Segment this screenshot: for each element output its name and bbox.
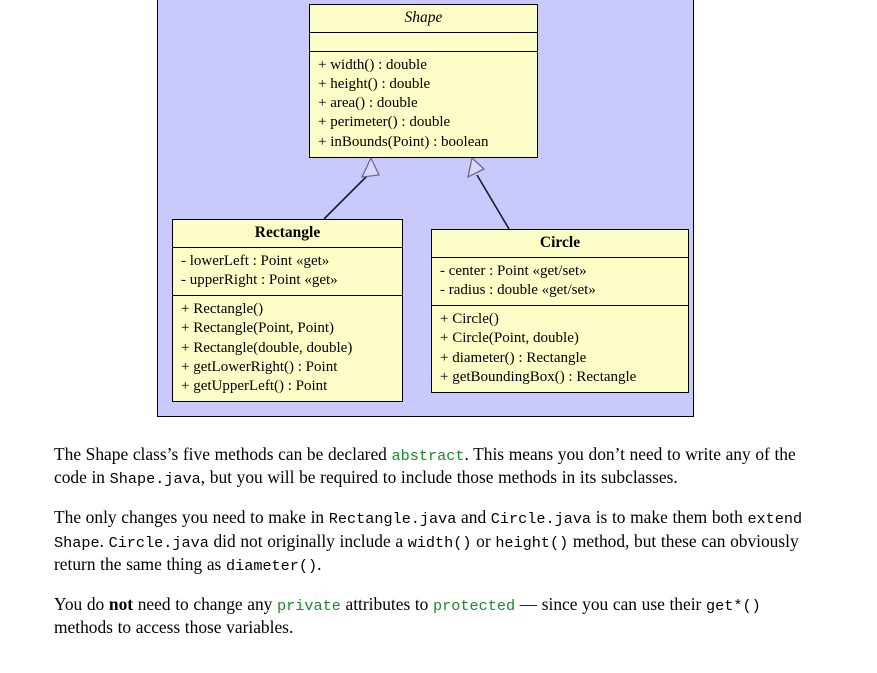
uml-method: + Rectangle(double, double) — [181, 339, 353, 356]
text-run: is to make them both — [591, 507, 748, 528]
paragraph-abstract-methods: The Shape class’s five methods can be de… — [54, 443, 810, 489]
uml-class-circle: Circle - center : Point «get/set» - radi… — [431, 229, 689, 393]
text-run: and — [456, 507, 491, 528]
code-rectangle-java: Rectangle.java — [328, 510, 457, 529]
code-width-method: width() — [407, 533, 472, 552]
emphasis-not: not — [108, 594, 134, 615]
text-run: methods to access those variables. — [54, 617, 294, 638]
code-protected: protected — [433, 597, 516, 616]
uml-attributes-circle: - center : Point «get/set» - radius : do… — [432, 258, 688, 307]
uml-class-name-rectangle: Rectangle — [173, 220, 402, 248]
paragraph-extend-shape: The only changes you need to make in Rec… — [54, 506, 810, 576]
code-circle-java: Circle.java — [490, 510, 592, 529]
uml-method: + Rectangle() — [181, 301, 264, 318]
text-run: The only changes you need to make in — [54, 507, 329, 528]
text-run: need to change any — [133, 594, 278, 615]
text-run: You do — [54, 594, 109, 615]
code-height-method: height() — [495, 533, 569, 552]
uml-attributes-shape — [310, 33, 537, 52]
edge-rectangle-to-shape — [323, 174, 369, 220]
uml-methods-shape: + width() : double + height() : double +… — [310, 52, 537, 157]
uml-methods-rectangle: + Rectangle() + Rectangle(Point, Point) … — [173, 296, 402, 401]
text-run: or — [471, 530, 496, 551]
uml-class-rectangle: Rectangle - lowerLeft : Point «get» - up… — [172, 219, 403, 403]
uml-method: + area() : double — [318, 95, 418, 112]
uml-attribute: - radius : double «get/set» — [440, 282, 596, 298]
uml-attribute: - upperRight : Point «get» — [181, 272, 338, 288]
uml-attribute: - lowerLeft : Point «get» — [181, 252, 330, 269]
uml-method: + Circle(Point, double) — [440, 330, 579, 347]
uml-methods-circle: + Circle() + Circle(Point, double) + dia… — [432, 306, 688, 392]
uml-class-name-circle: Circle — [432, 230, 688, 258]
generalization-arrowhead-circle — [467, 156, 486, 179]
uml-method: + getUpperLeft() : Point — [181, 377, 328, 394]
text-run: The Shape class’s five methods can be de… — [54, 444, 392, 464]
paragraph-private-protected: You do not need to change any private at… — [54, 593, 810, 639]
text-run: . — [99, 530, 109, 551]
text-run: . — [317, 553, 322, 574]
uml-class-name-shape: Shape — [310, 5, 537, 33]
uml-method: + getBoundingBox() : Rectangle — [440, 368, 637, 385]
code-private: private — [277, 597, 341, 616]
uml-method: + Rectangle(Point, Point) — [181, 320, 335, 337]
uml-method: + height() : double — [318, 76, 431, 92]
uml-method: + inBounds(Point) : boolean — [318, 133, 489, 150]
generalization-arrowhead-rectangle — [360, 156, 380, 178]
code-circle-java-2: Circle.java — [108, 533, 209, 552]
text-run: — since you can use their — [515, 594, 706, 615]
uml-attribute: - center : Point «get/set» — [440, 262, 587, 279]
edge-circle-to-shape — [476, 174, 510, 230]
document-body-text: The Shape class’s five methods can be de… — [54, 443, 810, 639]
uml-method: + Circle() — [440, 311, 499, 328]
uml-method: + width() : double — [318, 56, 427, 73]
uml-diagram-panel: Shape + width() : double + height() : do… — [157, 0, 694, 417]
text-run: , but you will be required to include th… — [200, 467, 678, 488]
code-shape-java: Shape.java — [109, 470, 201, 489]
code-get-star: get*() — [706, 597, 761, 616]
uml-method: + diameter() : Rectangle — [440, 349, 587, 366]
code-abstract: abstract — [391, 447, 465, 465]
text-run: did not originally include a — [208, 530, 408, 551]
text-run: attributes to — [340, 594, 434, 615]
code-diameter-method: diameter() — [225, 556, 318, 575]
uml-attributes-rectangle: - lowerLeft : Point «get» - upperRight :… — [173, 248, 402, 297]
uml-method: + perimeter() : double — [318, 114, 451, 131]
uml-class-shape: Shape + width() : double + height() : do… — [309, 4, 538, 158]
uml-method: + getLowerRight() : Point — [181, 358, 338, 375]
